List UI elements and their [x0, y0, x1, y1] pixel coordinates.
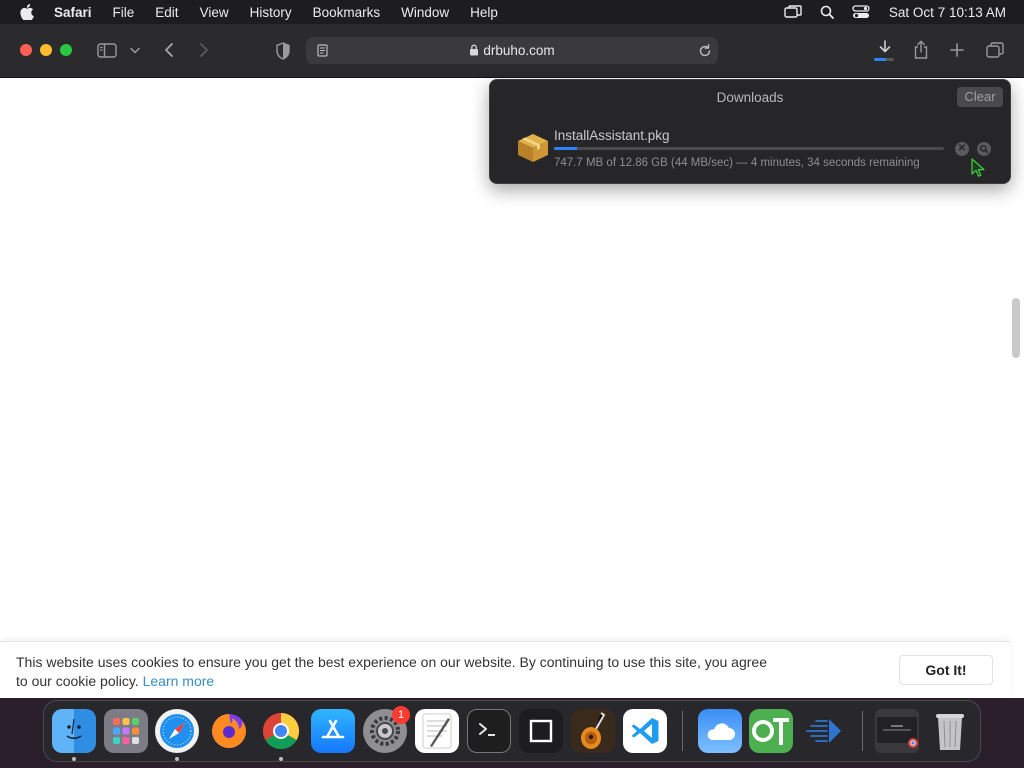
download-filename[interactable]: InstallAssistant.pkg [554, 128, 670, 143]
accept-cookies-button[interactable]: Got It! [899, 655, 993, 685]
sidebar-toggle-icon[interactable] [96, 41, 118, 59]
control-center-icon[interactable] [851, 4, 871, 20]
menu-clock[interactable]: Sat Oct 7 10:13 AM [889, 5, 1006, 20]
package-icon [516, 132, 550, 164]
firefox-icon[interactable] [207, 709, 251, 753]
address-bar[interactable]: drbuho.com [306, 37, 718, 64]
app-store-icon[interactable] [311, 709, 355, 753]
chrome-window-thumbnail-icon[interactable] [875, 709, 919, 753]
download-status: 747.7 MB of 12.86 GB (44 MB/sec) — 4 min… [554, 157, 920, 169]
weather-icon[interactable] [698, 709, 742, 753]
preview-icon[interactable] [519, 709, 563, 753]
privacy-shield-icon[interactable] [273, 41, 293, 61]
cookie-consent-banner: This website uses cookies to ensure you … [0, 641, 1010, 698]
chrome-running-indicator [279, 757, 283, 761]
ot-app-icon[interactable] [749, 709, 793, 753]
menu-safari[interactable]: Safari [54, 5, 92, 20]
finder-icon[interactable] [52, 709, 96, 753]
menu-help[interactable]: Help [470, 5, 498, 20]
menu-bar: Safari File Edit View History Bookmarks … [0, 0, 1024, 24]
menu-edit[interactable]: Edit [155, 5, 178, 20]
mouse-pointer-icon [971, 158, 985, 178]
menu-view[interactable]: View [200, 5, 229, 20]
cookie-message-text: This website uses cookies to ensure you … [16, 654, 767, 689]
menu-window[interactable]: Window [401, 5, 449, 20]
downloads-popover: Downloads Clear InstallAssistant.pkg 747… [489, 79, 1011, 184]
apple-icon[interactable] [18, 3, 36, 21]
learn-more-link[interactable]: Learn more [143, 673, 215, 689]
menu-file[interactable]: File [113, 5, 135, 20]
page-scrollbar[interactable] [1012, 298, 1020, 358]
safari-running-indicator [175, 757, 179, 761]
system-settings-icon[interactable]: 1 [363, 706, 410, 753]
menu-history[interactable]: History [250, 5, 292, 20]
stop-download-icon[interactable]: ✕ [955, 142, 969, 156]
back-arrow-icon[interactable] [160, 40, 178, 60]
settings-badge: 1 [392, 706, 410, 724]
terminal-icon[interactable] [467, 709, 511, 753]
launchpad-icon[interactable] [104, 709, 148, 753]
bluestacks-icon[interactable] [801, 709, 845, 753]
downloads-title: Downloads [716, 90, 784, 105]
finder-running-indicator [72, 757, 76, 761]
textedit-icon[interactable] [415, 709, 459, 753]
zoom-window-button[interactable] [60, 44, 72, 56]
url-label: drbuho.com [483, 43, 555, 58]
garageband-icon[interactable] [571, 709, 615, 753]
chevron-down-icon[interactable] [129, 44, 141, 56]
tab-overview-icon[interactable] [985, 41, 1005, 59]
spotlight-search-icon[interactable] [817, 4, 837, 20]
reveal-in-finder-icon[interactable] [977, 142, 991, 156]
url-text[interactable]: drbuho.com [306, 43, 718, 58]
chrome-icon[interactable] [259, 709, 303, 753]
cookie-message: This website uses cookies to ensure you … [16, 653, 776, 691]
new-tab-plus-icon[interactable] [948, 41, 966, 59]
dock-separator-2 [862, 711, 863, 751]
screen-mirroring-icon[interactable] [783, 4, 803, 20]
reload-icon[interactable] [698, 43, 712, 57]
clear-downloads-button[interactable]: Clear [957, 87, 1003, 107]
toolbar-download-progress [874, 58, 894, 61]
share-icon[interactable] [911, 39, 931, 61]
safari-icon[interactable] [155, 709, 199, 753]
dock-separator [682, 711, 683, 751]
menu-bookmarks[interactable]: Bookmarks [313, 5, 381, 20]
minimize-window-button[interactable] [40, 44, 52, 56]
close-window-button[interactable] [20, 44, 32, 56]
forward-arrow-icon[interactable] [195, 40, 213, 60]
download-progress-bar [554, 147, 944, 150]
downloads-icon[interactable] [875, 38, 895, 58]
vscode-icon[interactable] [623, 709, 667, 753]
trash-icon[interactable] [928, 709, 972, 753]
lock-icon [470, 44, 479, 56]
dock: 1 [43, 700, 981, 762]
browser-toolbar: drbuho.com [0, 24, 1024, 78]
